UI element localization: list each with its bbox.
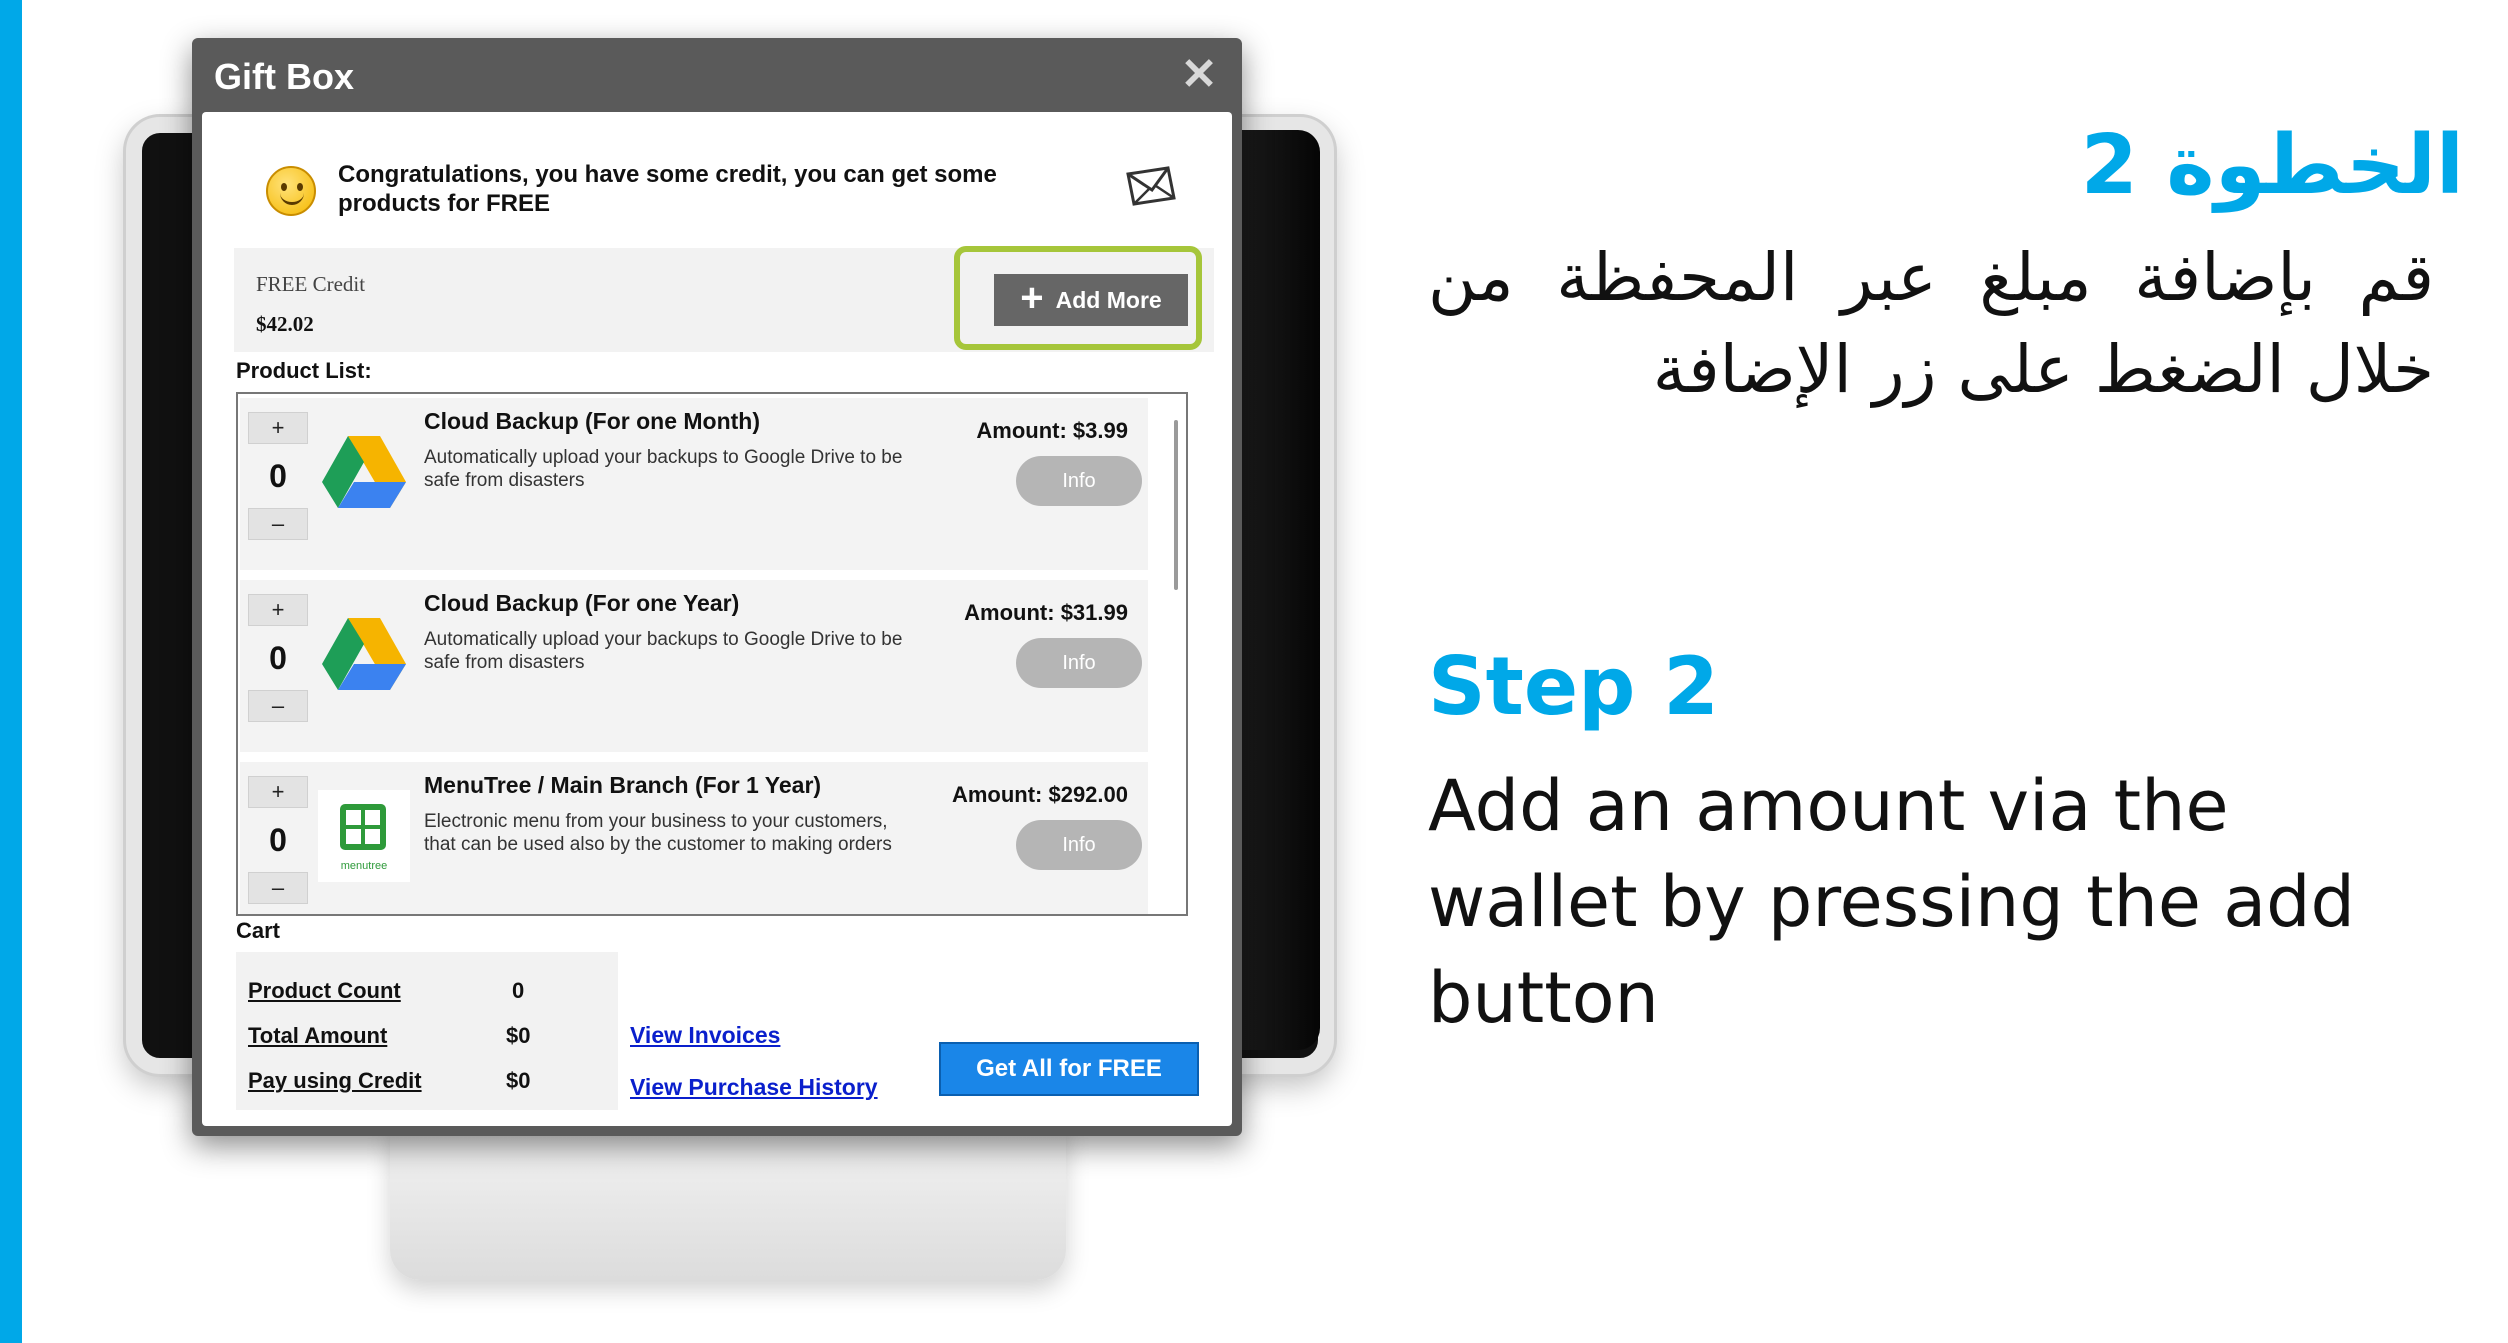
product-description: Automatically upload your backups to Goo… bbox=[424, 447, 903, 491]
product-name: Cloud Backup (For one Year) bbox=[424, 590, 740, 616]
plus-icon: + bbox=[1020, 276, 1044, 320]
credit-label: FREE Credit bbox=[256, 272, 366, 296]
product-count-label[interactable]: Product Count bbox=[248, 978, 401, 1004]
get-all-for-free-button[interactable]: Get All for FREE bbox=[939, 1042, 1199, 1096]
view-invoices-link[interactable]: View Invoices bbox=[630, 1022, 780, 1049]
smiley-icon bbox=[266, 166, 316, 216]
product-item: + 0 – Cloud Backup (For one Month) Autom… bbox=[240, 398, 1148, 570]
menutree-icon: menutree bbox=[318, 790, 410, 882]
product-amount: Amount: $31.99 bbox=[964, 600, 1128, 625]
total-amount-value: $0 bbox=[506, 1023, 531, 1048]
cart-label: Cart bbox=[236, 918, 281, 943]
quantity-value: 0 bbox=[269, 640, 287, 676]
product-list-label: Product List: bbox=[236, 358, 372, 383]
congrats-row: Congratulations, you have some credit, y… bbox=[202, 112, 1232, 242]
increment-button[interactable]: + bbox=[248, 776, 308, 808]
cart-summary: Product Count 0 Total Amount $0 Pay usin… bbox=[236, 952, 618, 1110]
gift-box-dialog: Gift Box ✕ Congratulations, you have som… bbox=[192, 38, 1242, 1136]
device-stand bbox=[390, 1120, 1066, 1280]
credit-value: $42.02 bbox=[256, 312, 314, 336]
add-more-label: Add More bbox=[1055, 286, 1162, 313]
quantity-stepper: + 0 – bbox=[248, 776, 308, 904]
product-amount: Amount: $3.99 bbox=[976, 418, 1128, 443]
close-icon[interactable]: ✕ bbox=[1176, 52, 1222, 98]
quantity-value: 0 bbox=[269, 822, 287, 858]
quantity-stepper: + 0 – bbox=[248, 594, 308, 722]
product-name: MenuTree / Main Branch (For 1 Year) bbox=[424, 772, 822, 798]
product-item: + 0 – menutree MenuTree / Main Branch (F… bbox=[240, 762, 1148, 914]
google-drive-icon bbox=[322, 618, 406, 690]
pay-using-credit-value: $0 bbox=[506, 1068, 531, 1093]
info-button[interactable]: Info bbox=[1016, 638, 1142, 688]
decrement-button[interactable]: – bbox=[248, 872, 308, 904]
product-amount: Amount: $292.00 bbox=[951, 782, 1128, 807]
info-button[interactable]: Info bbox=[1016, 456, 1142, 506]
add-more-button[interactable]: + Add More bbox=[994, 274, 1188, 326]
dialog-title: Gift Box bbox=[214, 56, 354, 97]
pay-using-credit-label[interactable]: Pay using Credit bbox=[248, 1068, 422, 1094]
product-description: Automatically upload your backups to Goo… bbox=[424, 629, 903, 673]
arabic-step-heading: الخطوة 2 bbox=[2080, 118, 2464, 213]
product-description: Electronic menu from your business to yo… bbox=[424, 811, 892, 855]
english-step-description: Add an amount via the wallet by pressing… bbox=[1428, 765, 2355, 1039]
decrement-button[interactable]: – bbox=[248, 690, 308, 722]
device-screen-edge bbox=[1230, 130, 1320, 1050]
menutree-caption: menutree bbox=[340, 860, 388, 872]
accent-bar bbox=[0, 0, 22, 1343]
product-list[interactable]: + 0 – Cloud Backup (For one Month) Autom… bbox=[236, 392, 1188, 916]
product-name: Cloud Backup (For one Month) bbox=[424, 408, 761, 434]
google-drive-icon bbox=[322, 436, 406, 508]
product-count-value: 0 bbox=[512, 978, 525, 1003]
info-button[interactable]: Info bbox=[1016, 820, 1142, 870]
product-list-scrollbar[interactable] bbox=[1174, 420, 1178, 590]
dialog-content: Congratulations, you have some credit, y… bbox=[202, 112, 1232, 1126]
total-amount-label[interactable]: Total Amount bbox=[248, 1023, 387, 1049]
view-purchase-history-link[interactable]: View Purchase History bbox=[630, 1074, 878, 1101]
decrement-button[interactable]: – bbox=[248, 508, 308, 540]
increment-button[interactable]: + bbox=[248, 594, 308, 626]
envelope-icon[interactable] bbox=[1122, 164, 1180, 212]
quantity-value: 0 bbox=[269, 458, 287, 494]
product-item: + 0 – Cloud Backup (For one Year) Automa… bbox=[240, 580, 1148, 752]
increment-button[interactable]: + bbox=[248, 412, 308, 444]
english-step-heading: Step 2 bbox=[1428, 640, 1719, 733]
dialog-titlebar: Gift Box ✕ bbox=[192, 38, 1242, 112]
quantity-stepper: + 0 – bbox=[248, 412, 308, 540]
congrats-message: Congratulations, you have some credit, y… bbox=[338, 161, 997, 217]
arabic-step-description: قم بإضافة مبلغ عبر المحفظة من خلال الضغط… bbox=[1428, 239, 2434, 408]
